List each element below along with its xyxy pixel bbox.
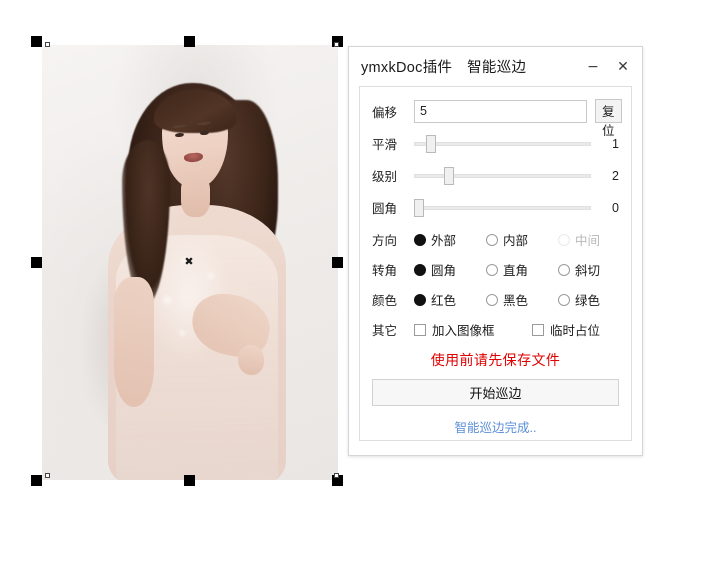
radio-icon-disabled	[558, 233, 570, 246]
radio-corner-rounded-label: 圆角	[431, 264, 457, 278]
status-message: 智能巡边完成..	[454, 421, 537, 435]
radio-icon-selected	[414, 233, 426, 246]
radio-icon-unselected	[486, 263, 498, 276]
radio-icon-unselected	[486, 293, 498, 306]
corner-radius-slider-track[interactable]	[414, 205, 591, 210]
arm-left	[114, 277, 154, 407]
radio-icon-unselected	[558, 293, 570, 306]
checkbox-icon-unchecked	[532, 323, 544, 336]
radio-direction-outside-label: 外部	[431, 234, 457, 248]
level-value: 2	[612, 168, 619, 183]
radio-direction-middle-label: 中间	[575, 234, 601, 248]
radio-corner-bevel-label: 斜切	[575, 264, 601, 278]
smooth-slider[interactable]	[414, 134, 591, 153]
radio-icon-unselected	[486, 233, 498, 246]
smooth-value: 1	[612, 136, 619, 151]
frame-handle-top-right[interactable]	[334, 42, 339, 47]
selection-handle-middle-left[interactable]	[31, 257, 42, 268]
level-slider-row: 级别 2	[372, 166, 619, 185]
image-center-marker: ✖	[184, 255, 194, 268]
radio-direction-outside[interactable]: 外部	[414, 230, 486, 249]
other-checkbox-group: 加入图像框 临时占位	[414, 320, 619, 339]
color-row: 颜色 红色 黑色 绿色	[372, 290, 619, 309]
radio-corner-rounded[interactable]: 圆角	[414, 260, 486, 279]
direction-row: 方向 外部 内部 中间	[372, 230, 619, 249]
direction-radio-group: 外部 内部 中间	[414, 230, 630, 249]
corner-row: 转角 圆角 直角 斜切	[372, 260, 619, 279]
radio-corner-bevel[interactable]: 斜切	[558, 260, 630, 279]
checkbox-icon-unchecked	[414, 323, 426, 336]
document-canvas[interactable]: ✖	[0, 0, 348, 520]
offset-row: 偏移 复位	[372, 99, 622, 138]
corner-radius-slider-row: 圆角 0	[372, 198, 619, 217]
reset-button[interactable]: 复位	[595, 99, 622, 138]
smooth-slider-track[interactable]	[414, 141, 591, 146]
selection-handle-middle-right[interactable]	[332, 257, 343, 268]
radio-direction-middle: 中间	[558, 230, 630, 249]
corner-radio-group: 圆角 直角 斜切	[414, 260, 630, 279]
checkbox-add-image-frame-label: 加入图像框	[432, 324, 495, 338]
level-slider-track[interactable]	[414, 173, 591, 178]
hand	[238, 345, 264, 375]
corner-radius-value: 0	[612, 200, 619, 215]
radio-color-green-label: 绿色	[575, 294, 601, 308]
radio-icon-selected	[414, 263, 426, 276]
radio-icon-selected	[414, 293, 426, 306]
radio-icon-unselected	[558, 263, 570, 276]
radio-color-black[interactable]: 黑色	[486, 290, 558, 309]
offset-label: 偏移	[372, 105, 398, 120]
offset-input[interactable]	[414, 99, 587, 123]
corner-radius-slider-thumb[interactable]	[414, 198, 424, 217]
selection-handle-top-left[interactable]	[31, 36, 42, 47]
checkbox-temp-placeholder-label: 临时占位	[550, 324, 601, 338]
other-row: 其它 加入图像框 临时占位	[372, 320, 619, 339]
corner-label: 转角	[372, 264, 398, 278]
corner-radius-label: 圆角	[372, 202, 398, 216]
frame-handle-bottom-right[interactable]	[334, 473, 339, 478]
smooth-slider-row: 平滑 1	[372, 134, 619, 153]
radio-color-black-label: 黑色	[503, 294, 529, 308]
direction-label: 方向	[372, 234, 398, 248]
selection-handle-top-center[interactable]	[184, 36, 195, 47]
smooth-slider-thumb[interactable]	[425, 134, 436, 153]
plugin-dialog[interactable]: ymxkDoc插件 智能巡边 − ✕ 偏移 复位 平滑 1 级别 2	[348, 46, 643, 456]
radio-direction-inside[interactable]: 内部	[486, 230, 558, 249]
color-radio-group: 红色 黑色 绿色	[414, 290, 630, 309]
level-slider-thumb[interactable]	[444, 166, 455, 185]
other-label: 其它	[372, 324, 398, 338]
selection-handle-bottom-center[interactable]	[184, 475, 195, 486]
level-label: 级别	[372, 170, 398, 184]
dialog-title: ymxkDoc插件 智能巡边	[361, 60, 527, 76]
checkbox-add-image-frame[interactable]: 加入图像框	[414, 320, 532, 339]
frame-handle-bottom-left[interactable]	[45, 473, 50, 478]
selection-handle-bottom-left[interactable]	[31, 475, 42, 486]
color-label: 颜色	[372, 294, 398, 308]
corner-radius-slider[interactable]	[414, 198, 591, 217]
close-button[interactable]: ✕	[608, 54, 638, 80]
dialog-titlebar[interactable]: ymxkDoc插件 智能巡边 − ✕	[349, 47, 642, 86]
start-trace-button[interactable]: 开始巡边	[372, 379, 619, 406]
radio-color-green[interactable]: 绿色	[558, 290, 630, 309]
smooth-label: 平滑	[372, 138, 398, 152]
minimize-button[interactable]: −	[578, 54, 608, 80]
level-slider[interactable]	[414, 166, 591, 185]
radio-color-red[interactable]: 红色	[414, 290, 486, 309]
frame-handle-top-left[interactable]	[45, 42, 50, 47]
radio-corner-square[interactable]: 直角	[486, 260, 558, 279]
radio-corner-square-label: 直角	[503, 264, 529, 278]
checkbox-temp-placeholder[interactable]: 临时占位	[532, 320, 600, 339]
save-file-warning: 使用前请先保存文件	[430, 352, 561, 368]
radio-color-red-label: 红色	[431, 294, 457, 308]
dialog-content-panel: 偏移 复位 平滑 1 级别 2 圆角	[359, 86, 632, 441]
radio-direction-inside-label: 内部	[503, 234, 529, 248]
